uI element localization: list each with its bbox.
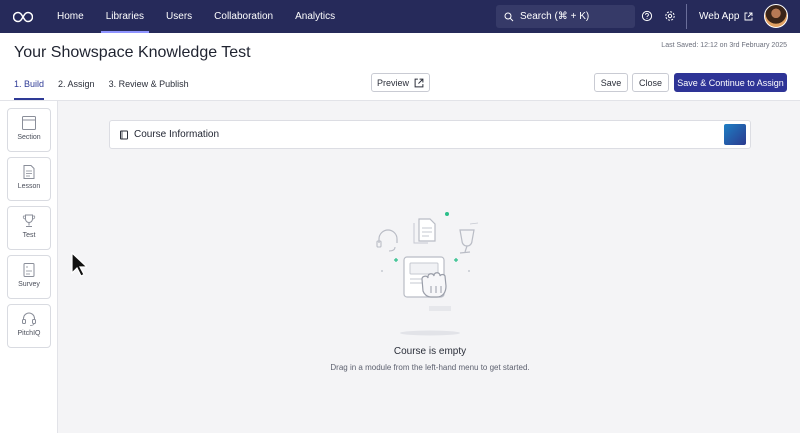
module-survey[interactable]: Survey (7, 255, 51, 299)
empty-state-title: Course is empty (393, 346, 467, 357)
trophy-icon (22, 214, 36, 227)
external-link-icon (744, 12, 753, 21)
module-pitchiq[interactable]: PitchIQ (7, 304, 51, 348)
nav-collaboration[interactable]: Collaboration (203, 0, 284, 33)
module-label: Lesson (17, 183, 41, 190)
tab-review-publish[interactable]: 3. Review & Publish (109, 79, 189, 100)
survey-icon (23, 263, 35, 277)
external-link-icon (414, 78, 424, 87)
nav-analytics[interactable]: Analytics (284, 0, 346, 33)
save-continue-button[interactable]: Save & Continue to Assign (674, 73, 787, 92)
avatar[interactable] (764, 4, 788, 28)
logo-icon[interactable] (0, 0, 46, 33)
web-app-label: Web App (699, 11, 740, 22)
save-button[interactable]: Save (594, 73, 628, 92)
nav-home[interactable]: Home (46, 0, 95, 33)
top-nav: Home Libraries Users Collaboration Analy… (0, 0, 800, 33)
search-input[interactable]: Search (⌘ + K) (496, 5, 635, 28)
empty-course-illustration (376, 212, 479, 336)
last-saved-text: Last Saved: 12:12 on 3rd February 2025 (661, 42, 787, 49)
page-title: Your Showspace Knowledge Test (14, 44, 251, 61)
step-tabs: 1. Build 2. Assign 3. Review & Publish (14, 79, 203, 100)
tab-assign[interactable]: 2. Assign (58, 79, 95, 100)
search-label: Search (⌘ + K) (520, 11, 590, 22)
module-section[interactable]: Section (7, 108, 51, 152)
course-color-swatch[interactable] (724, 124, 746, 145)
module-label: Survey (18, 281, 40, 288)
module-lesson[interactable]: Lesson (7, 157, 51, 201)
page-header: Your Showspace Knowledge Test Last Saved… (0, 33, 800, 101)
tab-build[interactable]: 1. Build (14, 79, 45, 100)
module-test[interactable]: Test (7, 206, 51, 250)
gear-icon[interactable] (664, 10, 676, 22)
preview-button[interactable]: Preview (371, 73, 430, 92)
lesson-icon (23, 165, 35, 179)
module-label: Test (22, 232, 36, 239)
section-icon (22, 116, 36, 130)
module-sidebar: Section Lesson Test Survey PitchIQ (0, 101, 58, 433)
module-label: Section (17, 134, 41, 141)
preview-label: Preview (376, 77, 409, 88)
help-icon[interactable] (641, 10, 653, 22)
course-information-title: Course Information (134, 129, 220, 140)
nav-users[interactable]: Users (155, 0, 203, 33)
web-app-link[interactable]: Web App (699, 0, 753, 33)
module-label: PitchIQ (17, 330, 41, 337)
nav-libraries[interactable]: Libraries (95, 0, 155, 33)
nav-divider (686, 4, 687, 29)
headset-icon (22, 312, 36, 326)
close-button[interactable]: Close (632, 73, 669, 92)
empty-state-subtitle: Drag in a module from the left-hand menu… (330, 363, 530, 372)
course-information-card[interactable]: Course Information (109, 120, 751, 149)
book-icon (120, 130, 128, 139)
search-icon (504, 12, 514, 21)
mouse-cursor-icon (71, 252, 87, 277)
